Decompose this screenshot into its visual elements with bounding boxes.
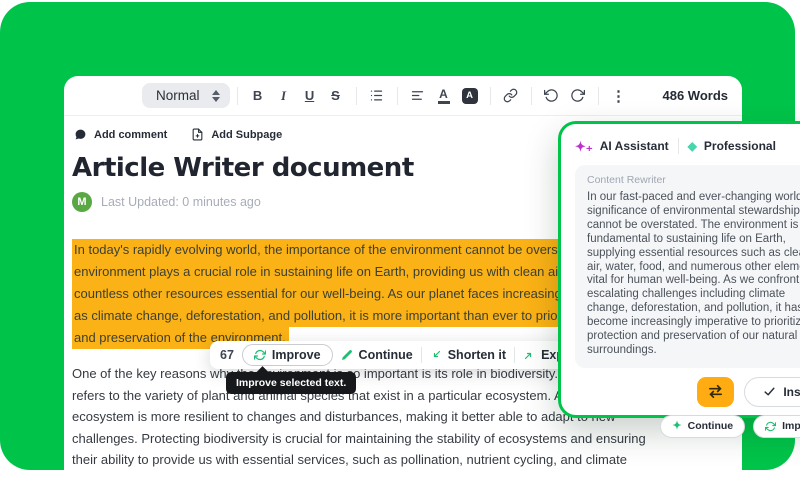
- ai-assistant-panel: ✦₊ AI Assistant ◆ Professional Content R…: [558, 121, 800, 438]
- toolbar-divider: [530, 86, 532, 105]
- italic-button[interactable]: I: [271, 83, 297, 109]
- underline-button[interactable]: U: [297, 83, 323, 109]
- link-button[interactable]: [498, 83, 524, 109]
- bullet-list-button[interactable]: [364, 83, 390, 109]
- add-comment-label: Add comment: [94, 128, 168, 141]
- rewriter-text: In our fast-paced and ever-changing worl…: [587, 191, 800, 356]
- rewriter-result-card: Content Rewriter In our fast-paced and e…: [575, 165, 800, 368]
- panel-continue-label: Continue: [687, 420, 734, 433]
- font-color-button[interactable]: A: [431, 83, 457, 109]
- insert-label: Insert: [783, 384, 800, 399]
- diamond-icon: ◆: [687, 139, 697, 153]
- more-options-button[interactable]: ⋮: [606, 83, 632, 109]
- add-subpage-button[interactable]: Add Subpage: [191, 128, 282, 141]
- continue-button[interactable]: Continue: [341, 348, 413, 362]
- undo-button[interactable]: [539, 83, 565, 109]
- redo-icon: [571, 89, 586, 102]
- link-icon: [503, 88, 518, 103]
- panel-divider: [677, 138, 679, 154]
- improve-tooltip: Improve selected text.: [226, 372, 357, 394]
- insert-button[interactable]: Insert: [744, 376, 800, 407]
- continue-label: Continue: [358, 348, 413, 362]
- panel-actions-primary: Insert: [575, 376, 800, 407]
- font-color-icon: A: [437, 88, 450, 104]
- strikethrough-button[interactable]: S: [323, 83, 349, 109]
- swap-arrows-icon: [709, 385, 723, 399]
- bold-button[interactable]: B: [245, 83, 271, 109]
- improve-label: Improve: [271, 348, 321, 362]
- toolbar-divider: [597, 86, 599, 105]
- style-select-value: Normal: [156, 88, 200, 103]
- panel-actions-secondary: ✦ Continue Improve: [575, 414, 800, 438]
- toolbar-divider: [396, 86, 398, 105]
- last-updated-text: Last Updated: 0 minutes ago: [101, 195, 261, 209]
- pencil-icon: [341, 350, 352, 360]
- highlight-color-icon: A: [461, 87, 478, 104]
- tone-label: Professional: [703, 139, 776, 153]
- body-line: their ability to provide us with essenti…: [72, 452, 627, 467]
- avatar: M: [72, 192, 92, 212]
- toolbar-divider: [420, 347, 422, 363]
- align-button[interactable]: [405, 83, 431, 109]
- shorten-button[interactable]: Shorten it: [430, 348, 506, 362]
- sparkle-icon: ✦: [672, 419, 682, 432]
- subpage-icon: [192, 128, 203, 141]
- shrink-arrow-icon: [433, 350, 440, 358]
- toolbar-divider: [355, 86, 357, 105]
- panel-continue-button[interactable]: ✦ Continue: [660, 414, 746, 438]
- tone-selector[interactable]: ◆ Professional: [688, 139, 776, 153]
- ai-panel-header: ✦₊ AI Assistant ◆ Professional: [575, 133, 800, 159]
- ai-assistant-tab[interactable]: ✦₊ AI Assistant: [575, 139, 669, 153]
- selection-word-count: 67: [220, 348, 234, 362]
- comment-icon: [75, 129, 86, 140]
- panel-improve-label: Improve: [782, 420, 800, 433]
- redo-button[interactable]: [565, 83, 591, 109]
- selection-toolbar: 67 Improve Continue Shorten it: [210, 341, 582, 369]
- align-icon: [411, 91, 424, 100]
- swap-button[interactable]: [697, 376, 735, 407]
- toolbar-divider: [236, 86, 238, 105]
- shorten-label: Shorten it: [447, 348, 507, 362]
- refresh-icon: [253, 349, 266, 361]
- add-subpage-label: Add Subpage: [211, 128, 283, 141]
- undo-icon: [544, 89, 558, 102]
- toolbar-divider: [514, 347, 516, 363]
- expand-arrow-icon: [524, 352, 532, 360]
- editor-toolbar: Normal B I U S A A ⋮ 486 Words: [64, 76, 742, 116]
- add-comment-button[interactable]: Add comment: [74, 128, 167, 141]
- highlight-color-button[interactable]: A: [457, 83, 483, 109]
- toolbar-divider: [489, 86, 491, 105]
- ai-assistant-label: AI Assistant: [599, 139, 669, 153]
- panel-improve-button[interactable]: Improve: [753, 414, 800, 438]
- select-chevrons-icon: [211, 89, 220, 102]
- sparkles-icon: ✦₊: [575, 138, 593, 154]
- page: Normal B I U S A A ⋮ 486 Words Add comme…: [0, 0, 800, 479]
- refresh-icon: [765, 421, 777, 432]
- paragraph-style-select[interactable]: Normal: [142, 83, 230, 108]
- rewriter-title: Content Rewriter: [587, 174, 666, 186]
- word-count: 486 Words: [662, 88, 728, 103]
- improve-button[interactable]: Improve: [241, 344, 333, 366]
- bullet-list-icon: [370, 90, 383, 101]
- check-icon: [764, 387, 775, 396]
